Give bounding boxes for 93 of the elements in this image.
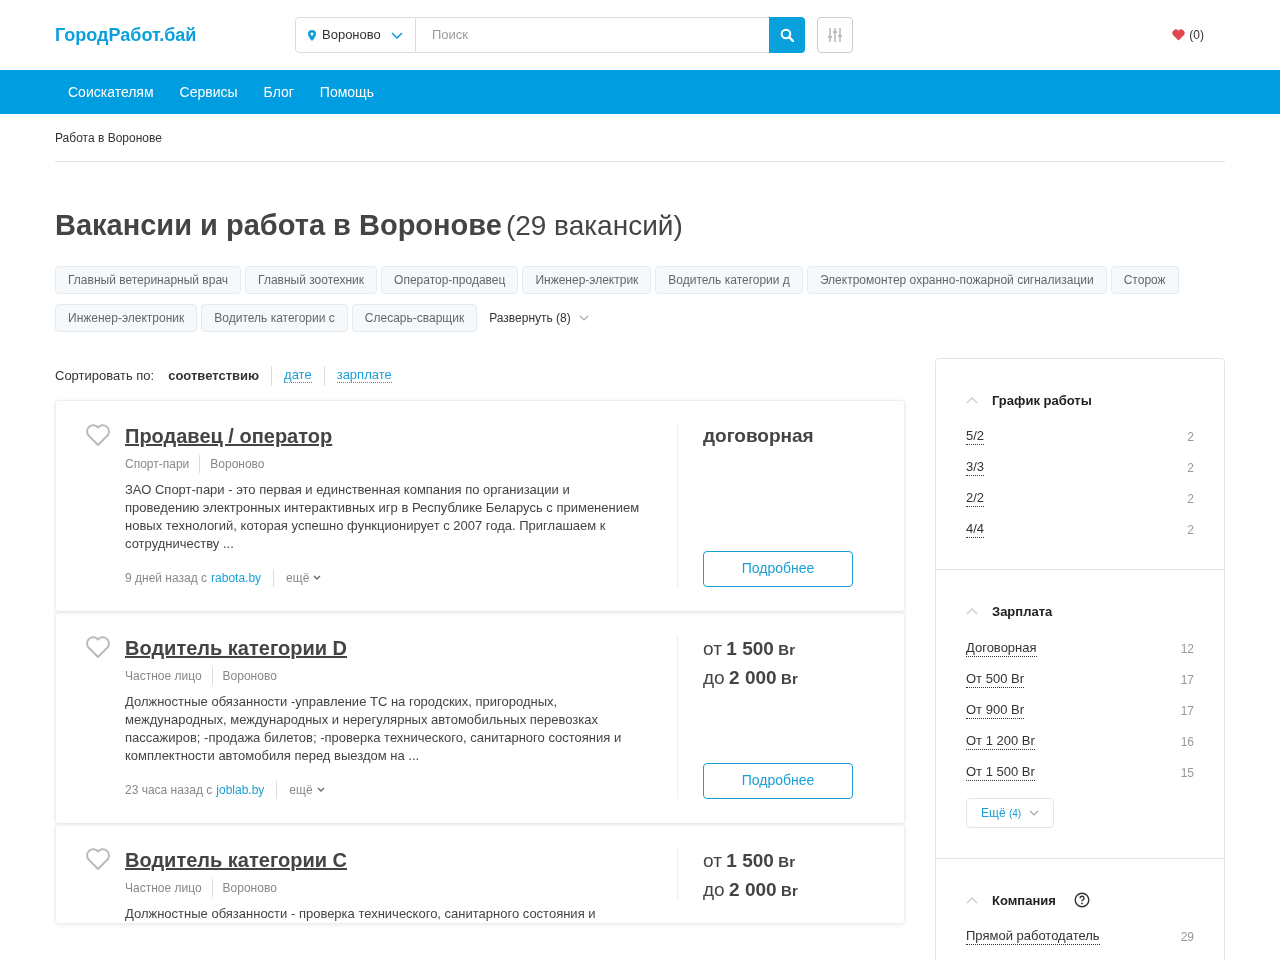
heart-icon[interactable] xyxy=(85,422,111,447)
vacancy-count: (29 вакансий) xyxy=(505,209,683,243)
vacancy-description: Должностные обязанности - проверка технического, санитарного состояния и xyxy=(125,904,597,923)
search-field[interactable]: Поиск xyxy=(416,17,769,53)
filter-option[interactable]: 4/4 xyxy=(966,521,985,538)
filter-section-header[interactable]: График работы xyxy=(966,390,1092,410)
filter-count: 2 xyxy=(1187,460,1194,477)
help-icon[interactable] xyxy=(1073,892,1090,909)
source-link[interactable]: joblab.by xyxy=(216,780,265,799)
chevron-down-icon xyxy=(390,31,403,39)
filter-button[interactable] xyxy=(817,17,853,53)
filter-option[interactable]: 5/2 xyxy=(966,428,985,445)
source-link[interactable]: rabota.by xyxy=(211,568,262,587)
sort-option[interactable]: дате xyxy=(284,368,312,383)
filter-option[interactable]: Договорная xyxy=(966,639,1037,657)
chevron-up-icon xyxy=(966,396,978,404)
tag-chip[interactable]: Водитель категории д xyxy=(655,265,803,294)
nav-link[interactable]: Соискателям xyxy=(68,81,154,103)
company-name: Спорт-пари xyxy=(125,455,190,473)
site-logo[interactable]: ГородРабот.бай xyxy=(55,21,295,49)
chevron-down-icon xyxy=(1029,809,1040,816)
sort-option[interactable]: соответствию xyxy=(168,365,260,386)
chevron-up-icon xyxy=(966,896,978,904)
sliders-icon xyxy=(828,27,842,43)
heart-icon xyxy=(1172,29,1186,41)
company-name: Частное лицо xyxy=(125,667,202,685)
heart-icon[interactable] xyxy=(85,634,111,659)
filter-count: 2 xyxy=(1187,522,1194,539)
chevron-down-icon xyxy=(316,787,325,792)
filter-option[interactable]: От 900 Br xyxy=(966,701,1024,719)
expand-tags-button[interactable]: Развернуть (8) xyxy=(489,308,589,327)
filter-option[interactable]: 3/3 xyxy=(966,459,985,476)
filter-count: 17 xyxy=(1180,671,1194,689)
breadcrumb-link[interactable]: Работа в Воронове xyxy=(55,128,162,147)
nav-link[interactable]: Помощь xyxy=(319,81,374,103)
nav-link[interactable]: Сервисы xyxy=(179,81,238,103)
filter-count: 29 xyxy=(1180,929,1194,946)
vacancy-title[interactable]: Продавец / оператор xyxy=(125,422,655,449)
tag-chip[interactable]: Инженер-электроник xyxy=(55,303,198,332)
chevron-up-icon xyxy=(966,608,978,616)
tag-chip[interactable]: Инженер-электрик xyxy=(522,265,652,294)
location-dropdown[interactable]: Вороново xyxy=(295,17,416,53)
filter-count: 2 xyxy=(1187,491,1194,508)
show-more-button[interactable]: Ещё (4) xyxy=(966,797,1055,828)
filter-count: 17 xyxy=(1180,702,1194,720)
tag-chip[interactable]: Электромонтер охранно-пожарной сигнализации xyxy=(806,265,1107,294)
filter-count: 12 xyxy=(1180,640,1194,658)
filter-section-header[interactable]: Компания xyxy=(966,890,1090,910)
heart-icon[interactable] xyxy=(85,846,111,871)
filter-count: 15 xyxy=(1180,764,1194,782)
salary-line: от 1 500 Br xyxy=(703,848,796,873)
tag-chip[interactable]: Главный ветеринарный врач xyxy=(55,265,242,294)
vacancy-description: ЗАО Спорт-пари - это первая и единственная компания по организации и проведению электронных интерактивных игр в Республике Беларусь с применением новых технологий, которая успешно функционирует с 2007 года. Приглашаем к сотрудничеству ... xyxy=(125,480,641,553)
details-button[interactable]: Подробнее xyxy=(703,550,853,587)
tag-chip[interactable]: Главный зоотехник xyxy=(245,265,378,294)
posted-info: 23 часа назад с xyxy=(125,781,213,799)
tag-chip[interactable]: Слесарь-сварщик xyxy=(351,303,478,332)
sort-option[interactable]: зарплате xyxy=(336,368,392,383)
sort-label: Сортировать по: xyxy=(55,366,155,385)
city-name: Вороново xyxy=(222,667,277,685)
search-icon xyxy=(780,28,794,42)
salary-text: договорная xyxy=(703,423,815,448)
filter-option[interactable]: 2/2 xyxy=(966,490,985,507)
details-button[interactable]: Подробнее xyxy=(703,762,853,799)
chevron-down-icon xyxy=(578,314,589,321)
search-button[interactable] xyxy=(769,17,805,53)
filter-section-header[interactable]: Зарплата xyxy=(966,602,1053,622)
filter-option[interactable]: От 1 200 Br xyxy=(966,732,1035,750)
company-name: Частное лицо xyxy=(125,879,202,897)
nav-link[interactable]: Блог xyxy=(263,81,294,103)
vacancy-description: Должностные обязанности -управление ТС на городских, пригородных, международных, международных и нерегулярных автомобильных перевозках пассажиров; -продажа билетов; -проверка технического, санитарного состояния и комплектности автомобиля перед выездом на ... xyxy=(125,692,623,765)
city-name: Вороново xyxy=(222,879,277,897)
favorites-link[interactable]: (0) xyxy=(1172,26,1204,44)
city-name: Вороново xyxy=(210,455,265,473)
vacancy-title[interactable]: Водитель категории D xyxy=(125,634,655,661)
salary-line: до 2 000 Br xyxy=(703,877,799,902)
more-button[interactable]: ещё xyxy=(286,568,322,587)
posted-info: 9 дней назад с xyxy=(125,569,208,587)
filter-option[interactable]: От 1 500 Br xyxy=(966,763,1035,781)
more-button[interactable]: ещё xyxy=(289,780,325,799)
salary-line: до 2 000 Br xyxy=(703,665,799,690)
filter-count: 16 xyxy=(1180,733,1194,751)
filter-option[interactable]: Прямой работодатель xyxy=(966,928,1100,945)
chevron-down-icon xyxy=(313,575,322,580)
map-pin-icon xyxy=(308,29,316,41)
tag-chip[interactable]: Водитель категории с xyxy=(201,303,348,332)
filter-option[interactable]: От 500 Br xyxy=(966,670,1024,688)
page-title: Вакансии и работа в Воронове xyxy=(55,208,502,243)
tag-chip[interactable]: Сторож xyxy=(1110,265,1179,294)
salary-line: от 1 500 Br xyxy=(703,636,796,661)
tag-chip[interactable]: Оператор-продавец xyxy=(381,265,519,294)
filter-count: 2 xyxy=(1187,429,1194,446)
vacancy-title[interactable]: Водитель категории С xyxy=(125,846,655,873)
